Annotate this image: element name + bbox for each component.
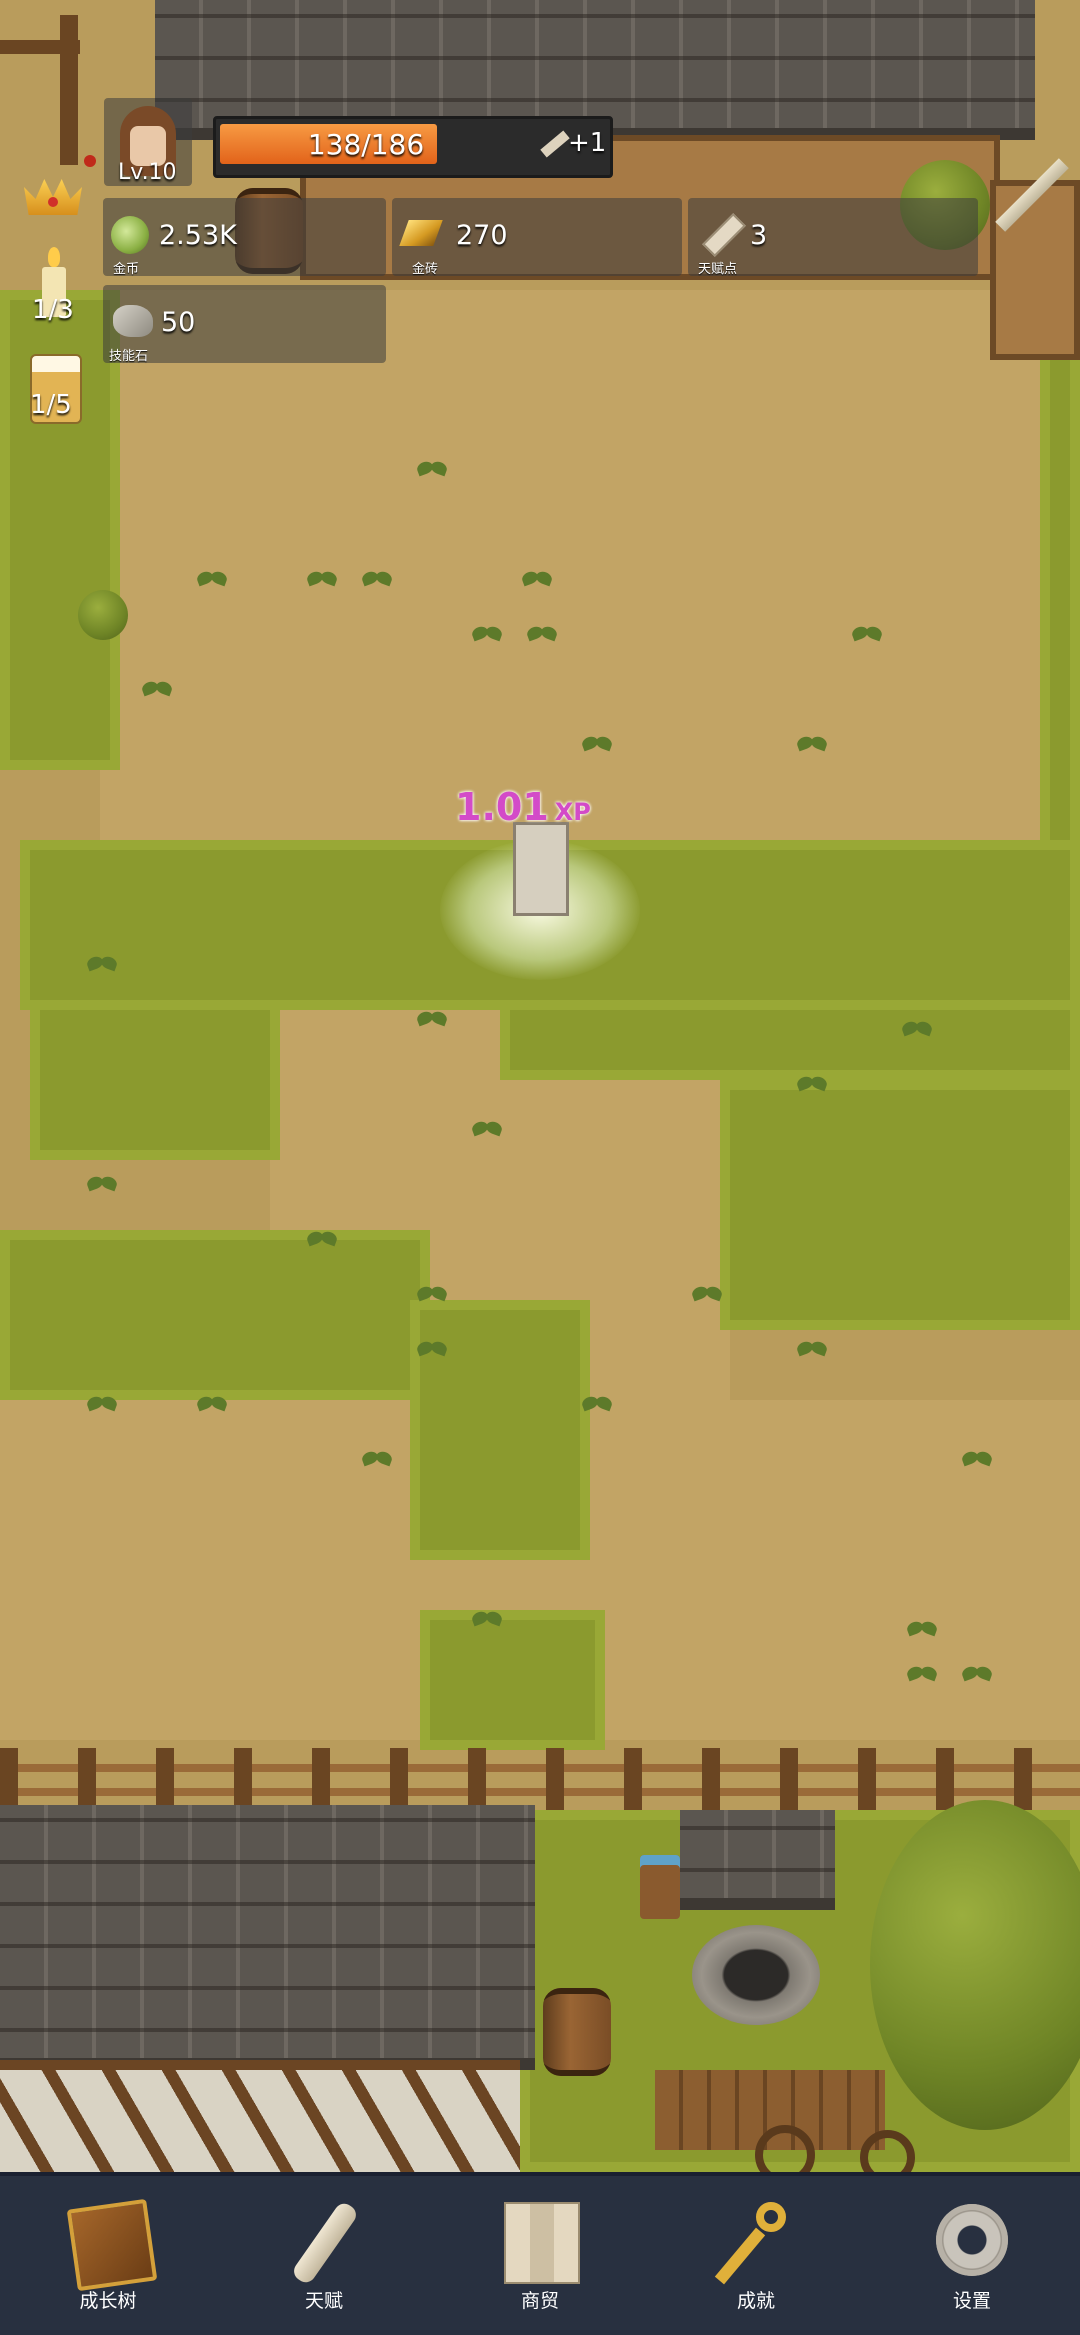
talent-points-label: 天赋点	[698, 262, 738, 277]
sprout	[360, 1440, 394, 1468]
beer-button[interactable]: 1/5	[24, 350, 86, 430]
post	[60, 15, 78, 165]
fence	[0, 1748, 1080, 1810]
gold-bricks-value: 270	[456, 220, 508, 251]
nav-talent-label: 天赋	[304, 2290, 343, 2312]
sprout	[905, 1655, 939, 1683]
sprout	[690, 1275, 724, 1303]
beer-count: 1/5	[30, 390, 72, 420]
sprout	[795, 1330, 829, 1358]
sprout	[360, 560, 394, 588]
nav-trade-label: 商贸	[520, 2290, 559, 2312]
sprout	[415, 450, 449, 478]
sprout	[520, 560, 554, 588]
sprout	[85, 1385, 119, 1413]
dirt-field	[100, 290, 1050, 850]
grass-patch	[500, 1000, 1080, 1080]
bottom-house-roof	[0, 1805, 535, 2070]
sprout	[900, 1010, 934, 1038]
player-level: Lv.10	[118, 160, 177, 185]
sprout	[195, 1385, 229, 1413]
xp-float-text: 1.01 XP	[455, 785, 591, 829]
sprout	[580, 1385, 614, 1413]
resource-coins[interactable]: 2.53K 金币	[103, 198, 386, 277]
crown-icon	[24, 179, 82, 215]
potted-plant	[78, 590, 128, 640]
coins-value: 2.53K	[159, 220, 237, 251]
sprout	[470, 1110, 504, 1138]
sprout	[415, 1275, 449, 1303]
xp-bar-text: 138/186	[307, 128, 425, 161]
bottom-nav: 成长树 天赋 商贸 成就 设置	[0, 2172, 1080, 2335]
nav-growth-tree[interactable]: 成长树	[28, 2176, 188, 2335]
gold-bricks-label: 金砖	[412, 262, 439, 277]
grass-patch	[0, 1230, 430, 1400]
xp-bonus: +1	[568, 128, 607, 158]
sprout	[795, 1065, 829, 1093]
resource-gold-bricks[interactable]: 270 金砖	[392, 198, 682, 277]
sprout	[305, 1220, 339, 1248]
coins-label: 金币	[113, 262, 140, 277]
sprout	[470, 1600, 504, 1628]
crown-gem	[48, 197, 58, 207]
sword-button[interactable]	[985, 150, 1070, 235]
skill-stone-icon	[113, 305, 153, 337]
nav-growth-tree-label: 成长树	[79, 2290, 137, 2312]
candle-button[interactable]: 1/3	[28, 245, 84, 330]
gold-brick-icon	[399, 220, 443, 246]
sprout	[960, 1440, 994, 1468]
talent-points-value: 3	[750, 220, 768, 251]
well-base	[692, 1925, 820, 2025]
sprout	[905, 1610, 939, 1638]
bucket	[640, 1855, 680, 1919]
crown-button[interactable]	[20, 165, 86, 221]
sprout	[470, 615, 504, 643]
resource-skill-stones[interactable]: 50 技能石	[103, 285, 386, 364]
post-beam	[0, 40, 80, 54]
sprout	[140, 670, 174, 698]
nav-trade[interactable]: 商贸	[460, 2176, 620, 2335]
nav-talent[interactable]: 天赋	[244, 2176, 404, 2335]
grass-patch	[720, 1080, 1080, 1330]
sprout	[85, 945, 119, 973]
barrel	[543, 1988, 611, 2076]
sprout	[415, 1000, 449, 1028]
sprout	[415, 1330, 449, 1358]
key-icon	[714, 2198, 796, 2285]
skill-stones-label: 技能石	[109, 349, 149, 364]
gear-icon	[932, 2198, 1012, 2284]
well-roof	[680, 1810, 835, 1910]
resource-talent-points[interactable]: 3 天赋点	[688, 198, 978, 277]
book-icon	[66, 2198, 158, 2292]
sprout	[525, 615, 559, 643]
skill-stones-value: 50	[161, 307, 196, 338]
sprout	[305, 560, 339, 588]
sprout	[85, 1165, 119, 1193]
sprout	[580, 725, 614, 753]
bottom-house-wall	[0, 2060, 520, 2172]
map-icon	[500, 2198, 580, 2284]
cabbage-coin-icon	[111, 216, 149, 254]
xp-unit: XP	[554, 798, 591, 826]
talent-scroll-icon	[702, 213, 746, 257]
nav-settings[interactable]: 设置	[892, 2176, 1052, 2335]
scroll-icon	[284, 2198, 364, 2287]
grass-patch	[420, 1610, 605, 1750]
sprout	[795, 725, 829, 753]
training-dummy[interactable]	[513, 822, 569, 916]
candle-flame	[48, 247, 60, 267]
candle-count: 1/3	[32, 295, 74, 325]
grass-patch	[30, 1000, 280, 1160]
xp-bar: 138/186 +1	[213, 116, 613, 178]
talent-scroll-icon	[540, 130, 570, 158]
nav-settings-label: 设置	[952, 2290, 991, 2312]
sprout	[195, 560, 229, 588]
sprout	[850, 615, 884, 643]
nav-achievements[interactable]: 成就	[676, 2176, 836, 2335]
grass-patch	[1040, 290, 1080, 850]
sprout	[960, 1655, 994, 1683]
sword-icon	[995, 158, 1069, 232]
nav-achievements-label: 成就	[736, 2290, 775, 2312]
